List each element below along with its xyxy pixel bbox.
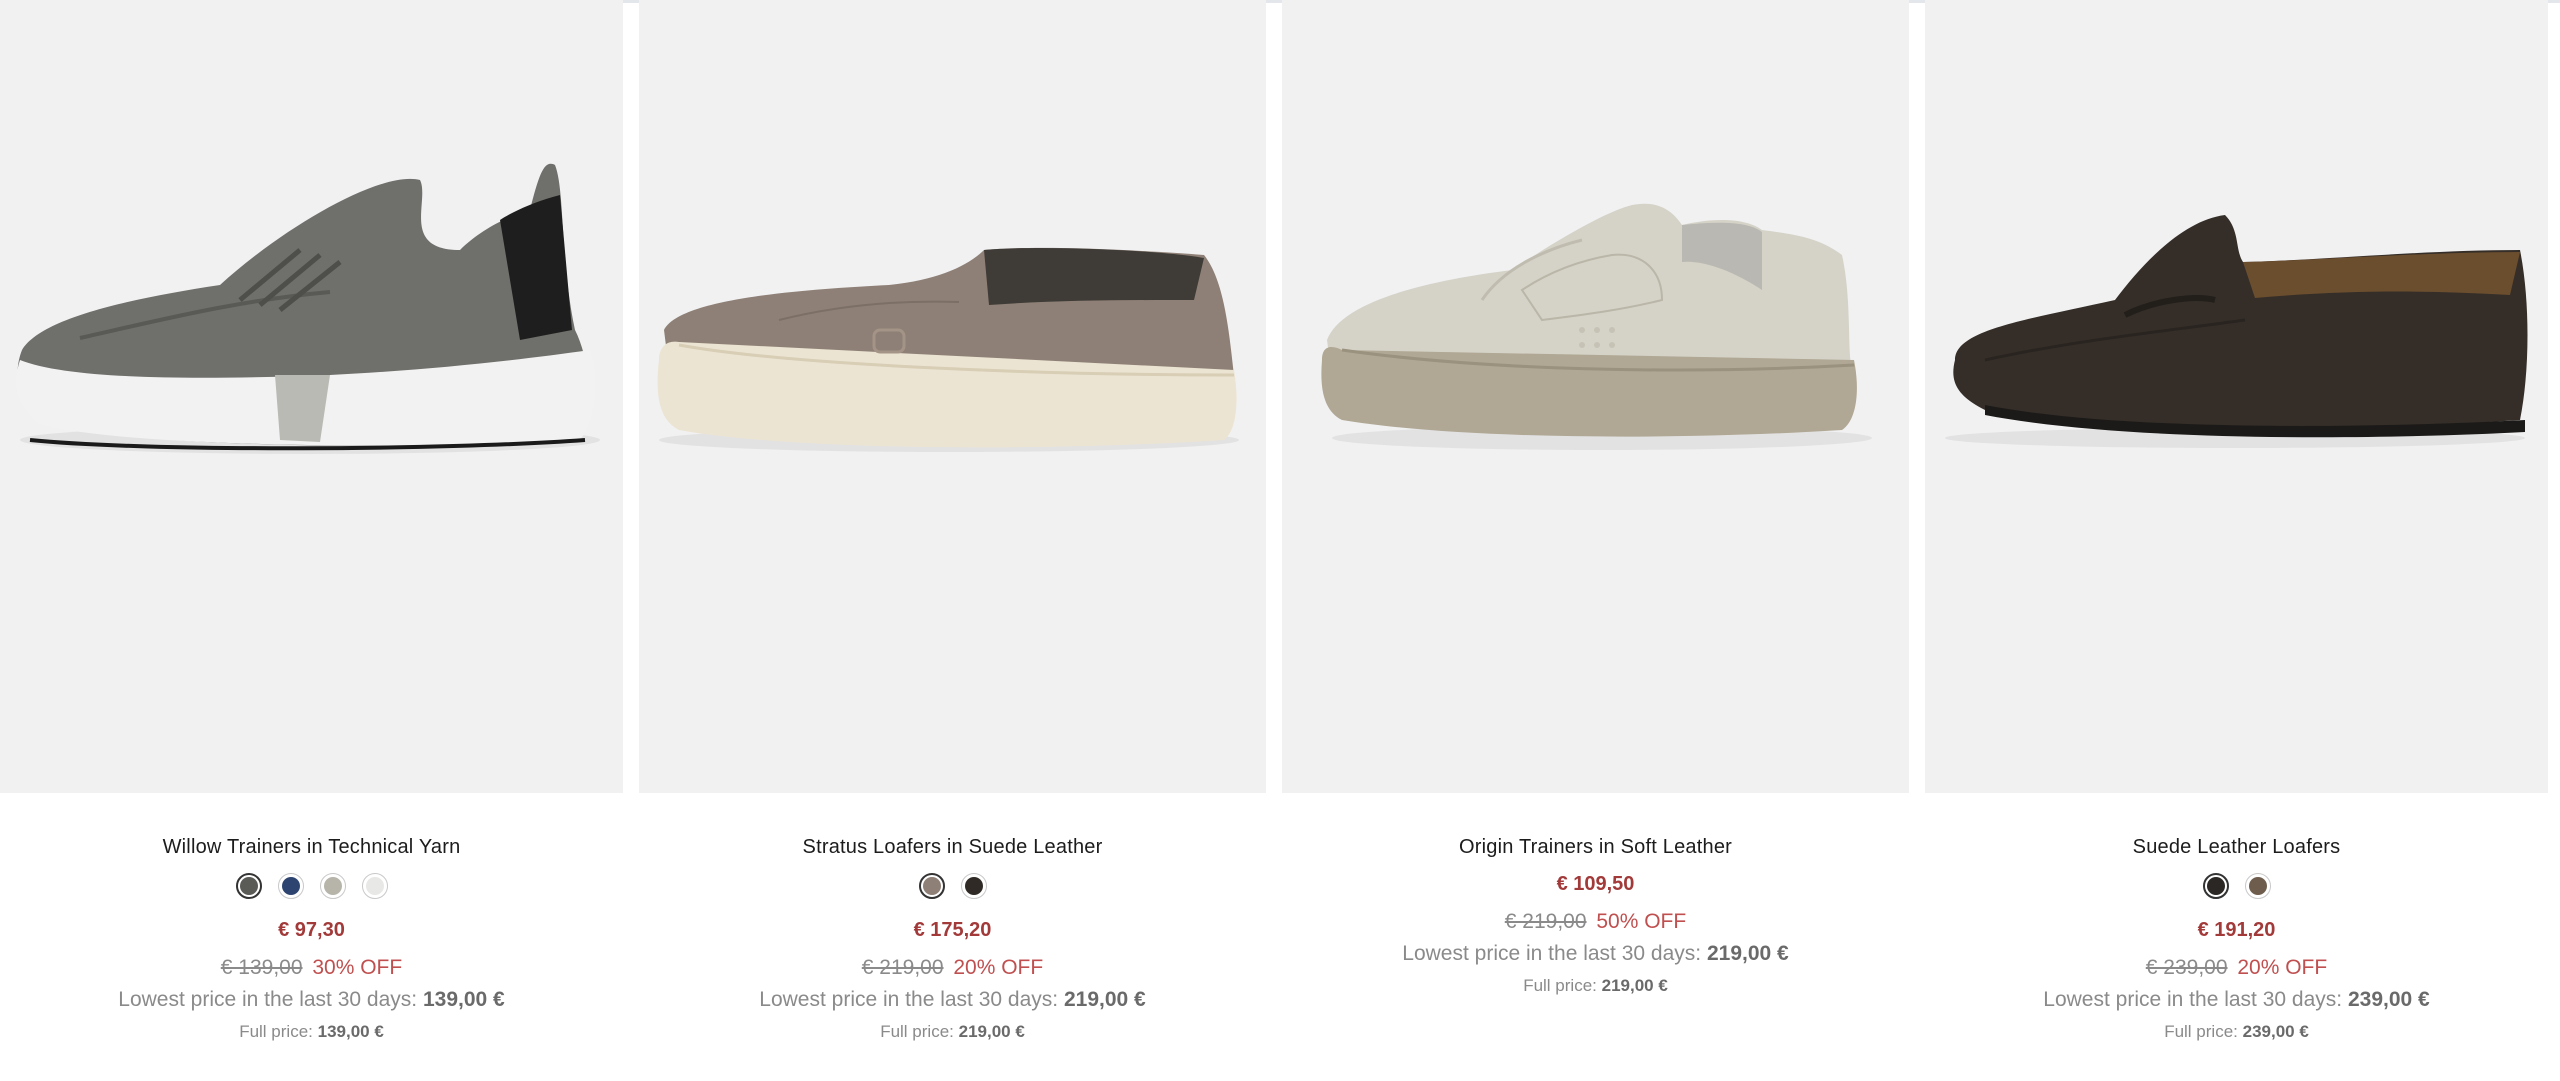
product-name[interactable]: Suede Leather Loafers	[1925, 836, 2548, 859]
sale-price: € 97,30	[278, 919, 345, 941]
discount-line: € 239,00 20% OFF	[1925, 956, 2548, 980]
lowest-price-value: 219,00 €	[1706, 942, 1789, 965]
sale-price: € 175,20	[913, 919, 992, 941]
color-swatches	[639, 873, 1266, 903]
color-swatches	[1925, 873, 2548, 903]
color-swatches	[0, 873, 623, 903]
discount-badge: 30% OFF	[312, 956, 403, 979]
discount-badge: 50% OFF	[1596, 910, 1687, 933]
sale-price: € 109,50	[1556, 873, 1635, 895]
product-image[interactable]	[1925, 0, 2548, 793]
color-swatch[interactable]	[319, 873, 346, 899]
dark-brown-suede-penny-loafer-image	[1945, 215, 2528, 448]
full-price-info: Full price: 139,00 €	[0, 1022, 623, 1042]
product-card[interactable]: Stratus Loafers in Suede Leather € 175,2…	[639, 0, 1266, 1081]
full-price-value: 239,00 €	[2242, 1022, 2309, 1041]
lowest-price-label: Lowest price in the last 30 days:	[1402, 942, 1702, 965]
product-info: Origin Trainers in Soft Leather € 109,50…	[1282, 836, 1909, 996]
product-info: Stratus Loafers in Suede Leather € 175,2…	[639, 836, 1266, 1042]
product-name[interactable]: Willow Trainers in Technical Yarn	[0, 836, 623, 859]
lowest-price-value: 239,00 €	[2347, 988, 2430, 1011]
original-price: € 139,00	[220, 956, 303, 979]
product-image[interactable]	[0, 0, 623, 793]
lowest-price-info: Lowest price in the last 30 days: 239,00…	[1925, 988, 2548, 1012]
product-info: Suede Leather Loafers € 191,20 € 239,00 …	[1925, 836, 2548, 1042]
color-swatch[interactable]	[2244, 873, 2271, 899]
discount-line: € 139,00 30% OFF	[0, 956, 623, 980]
taupe-suede-loafer-image	[657, 247, 1239, 452]
discount-line: € 219,00 20% OFF	[639, 956, 1266, 980]
color-swatch[interactable]	[2202, 873, 2229, 899]
discount-line: € 219,00 50% OFF	[1282, 910, 1909, 934]
lowest-price-label: Lowest price in the last 30 days:	[2043, 988, 2343, 1011]
full-price-info: Full price: 239,00 €	[1925, 1022, 2548, 1042]
product-name[interactable]: Origin Trainers in Soft Leather	[1282, 836, 1909, 859]
product-info: Willow Trainers in Technical Yarn € 97,3…	[0, 836, 623, 1042]
discount-badge: 20% OFF	[2237, 956, 2328, 979]
lowest-price-label: Lowest price in the last 30 days:	[759, 988, 1059, 1011]
lowest-price-info: Lowest price in the last 30 days: 219,00…	[639, 988, 1266, 1012]
color-swatch[interactable]	[918, 873, 945, 899]
lowest-price-value: 139,00 €	[422, 988, 505, 1011]
product-card[interactable]: Origin Trainers in Soft Leather € 109,50…	[1282, 0, 1909, 1081]
full-price-label: Full price:	[239, 1022, 313, 1041]
product-card[interactable]: Willow Trainers in Technical Yarn € 97,3…	[0, 0, 623, 1081]
color-swatch[interactable]	[361, 873, 388, 899]
product-grid: Willow Trainers in Technical Yarn € 97,3…	[0, 0, 2560, 1081]
full-price-value: 219,00 €	[1601, 976, 1668, 995]
product-card[interactable]: Suede Leather Loafers € 191,20 € 239,00 …	[1925, 0, 2548, 1081]
full-price-value: 219,00 €	[958, 1022, 1025, 1041]
original-price: € 239,00	[2145, 956, 2228, 979]
product-name[interactable]: Stratus Loafers in Suede Leather	[639, 836, 1266, 859]
product-image[interactable]	[639, 0, 1266, 793]
cream-leather-trainer-image	[1321, 203, 1872, 450]
grey-knit-trainer-image	[16, 163, 600, 454]
lowest-price-value: 219,00 €	[1063, 988, 1146, 1011]
lowest-price-label: Lowest price in the last 30 days:	[118, 988, 418, 1011]
original-price: € 219,00	[1504, 910, 1587, 933]
full-price-info: Full price: 219,00 €	[639, 1022, 1266, 1042]
original-price: € 219,00	[861, 956, 944, 979]
color-swatch[interactable]	[235, 873, 262, 899]
full-price-label: Full price:	[1523, 976, 1597, 995]
color-swatch[interactable]	[960, 873, 987, 899]
color-swatch[interactable]	[277, 873, 304, 899]
sale-price: € 191,20	[2197, 919, 2276, 941]
lowest-price-info: Lowest price in the last 30 days: 139,00…	[0, 988, 623, 1012]
full-price-info: Full price: 219,00 €	[1282, 976, 1909, 996]
full-price-label: Full price:	[2164, 1022, 2238, 1041]
discount-badge: 20% OFF	[953, 956, 1044, 979]
full-price-value: 139,00 €	[317, 1022, 384, 1041]
product-image[interactable]	[1282, 0, 1909, 793]
full-price-label: Full price:	[880, 1022, 954, 1041]
lowest-price-info: Lowest price in the last 30 days: 219,00…	[1282, 942, 1909, 966]
